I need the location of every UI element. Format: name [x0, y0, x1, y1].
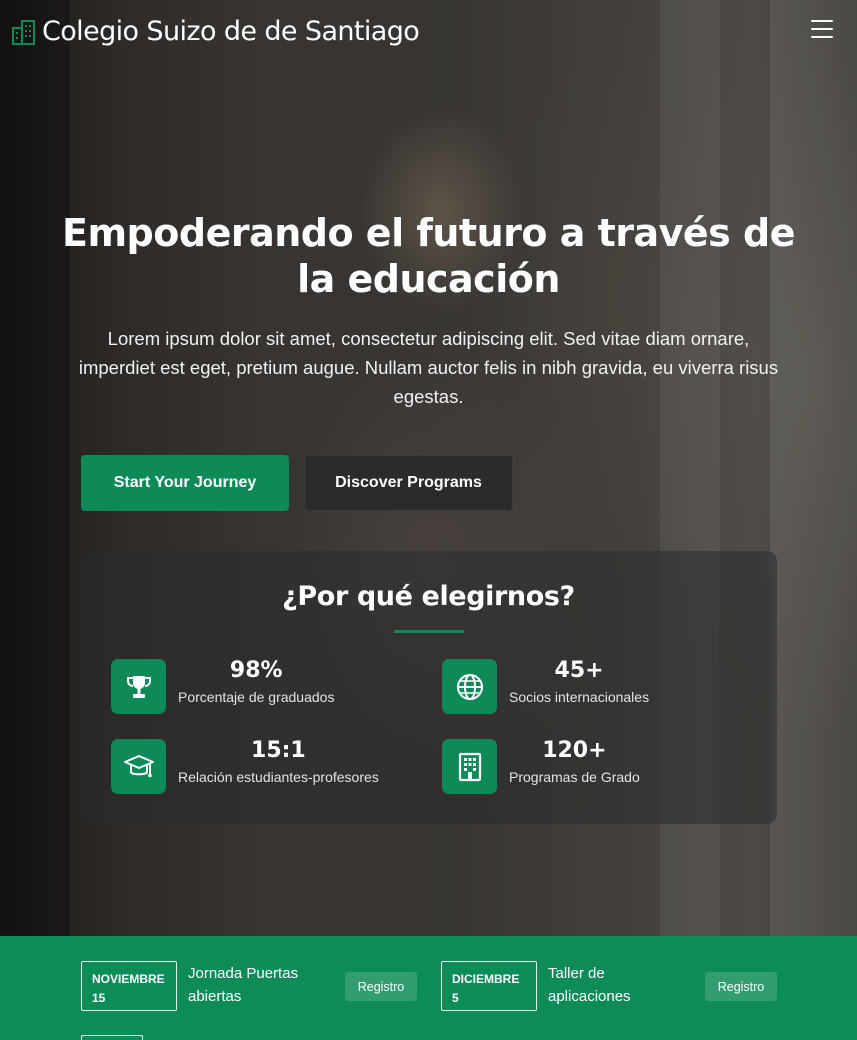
graduation-cap-icon [111, 739, 166, 794]
hero-description: Lorem ipsum dolor sit amet, consectetur … [78, 328, 779, 407]
event-date: NOVIEMBRE 15 [81, 961, 177, 1011]
brand[interactable]: Colegio Suizo de de Santiago [12, 16, 420, 47]
globe-icon [442, 659, 497, 714]
brand-name: Colegio Suizo de de Santiago [42, 16, 420, 47]
stat-label: Relación estudiantes-profesores [178, 769, 379, 785]
register-button[interactable]: Registro [705, 972, 777, 1001]
stat-value: 15:1 [251, 738, 306, 763]
event-month: DICIEMBRE [452, 972, 520, 986]
building-icon [442, 739, 497, 794]
stat-value: 120+ [542, 738, 607, 763]
event-date-partial [81, 1035, 143, 1040]
hamburger-menu-icon[interactable] [811, 20, 833, 40]
event-title: Jornada Puertas abiertas [188, 965, 299, 1005]
hero-buttons: Start Your Journey Discover Programs [81, 455, 513, 511]
start-journey-button[interactable]: Start Your Journey [81, 455, 289, 511]
event-title: Taller de aplicaciones [548, 965, 631, 1005]
why-title: ¿Por qué elegirnos? [282, 581, 575, 612]
events-section: NOVIEMBRE 15 Jornada Puertas abiertas Re… [0, 936, 857, 1040]
discover-programs-button[interactable]: Discover Programs [304, 455, 513, 511]
hero-title: Empoderando el futuro a través de la edu… [62, 211, 796, 301]
stat-label: Porcentaje de graduados [178, 689, 335, 705]
hero-content: Empoderando el futuro a través de la edu… [0, 210, 857, 411]
stat-label: Socios internacionales [509, 689, 650, 705]
stat-graduates: 98% Porcentaje de graduados [111, 659, 334, 714]
event-day: 5 [452, 991, 459, 1005]
event-item: DICIEMBRE 5 Taller de aplicaciones Regis… [441, 961, 777, 1011]
event-item: NOVIEMBRE 15 Jornada Puertas abiertas Re… [81, 961, 417, 1011]
stat-value: 98% [229, 658, 283, 683]
stat-value: 45+ [554, 658, 604, 683]
event-month: NOVIEMBRE [92, 972, 165, 986]
register-button[interactable]: Registro [345, 972, 417, 1001]
stat-ratio: 15:1 Relación estudiantes-profesores [111, 739, 379, 794]
event-day: 15 [92, 991, 106, 1005]
stat-label: Programas de Grado [509, 769, 640, 785]
event-date: DICIEMBRE 5 [441, 961, 537, 1011]
title-underline [393, 630, 464, 633]
stat-partners: 45+ Socios internacionales [442, 659, 649, 714]
trophy-icon [111, 659, 166, 714]
why-choose-us-card: ¿Por qué elegirnos? 98% Porcentaje de gr… [80, 551, 777, 824]
building-icon [12, 19, 36, 45]
stat-programs: 120+ Programas de Grado [442, 739, 640, 794]
navbar: Colegio Suizo de de Santiago [0, 0, 857, 64]
